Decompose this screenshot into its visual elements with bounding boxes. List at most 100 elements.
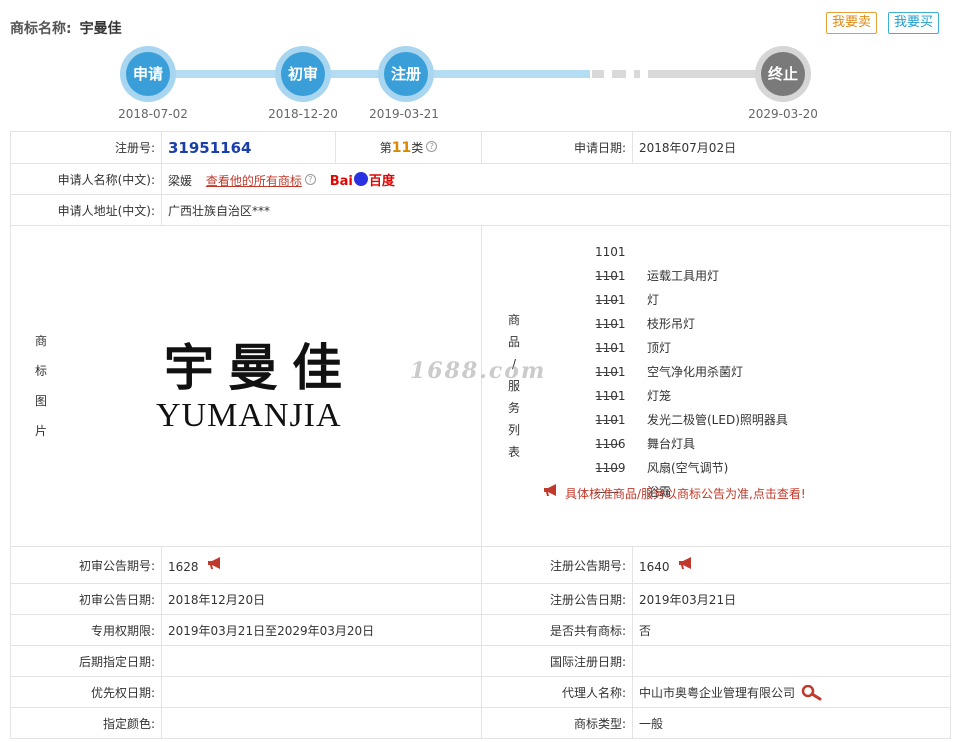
label-char: 列 [507, 423, 520, 437]
label-char: 商 [507, 313, 520, 327]
reg-pub-date: 2019年03月21日 [632, 583, 951, 615]
prelim-date-label: 初审公告日期: [10, 583, 162, 615]
timeline-node-apply: 申请 [120, 46, 176, 102]
status-timeline: 申请 2018-07-02 初审 2018-12-20 注册 2019-03-2… [0, 40, 960, 130]
timeline-node-label: 初审 [281, 52, 325, 96]
priority-date-label: 优先权日期: [10, 676, 162, 708]
address: 广西壮族自治区*** [161, 194, 951, 226]
trademark-logo-en: YUMANJIA [156, 397, 342, 434]
intl-date [632, 645, 951, 677]
timeline-progress-track [150, 70, 590, 78]
announcement-horn-icon[interactable] [207, 556, 225, 569]
list-item: 1101—— 空气净化用杀菌灯 [595, 336, 788, 379]
class-prefix: 第 [379, 141, 392, 155]
timeline-date: 2018-07-02 [118, 107, 188, 121]
timeline-node-terminate: 终止 [755, 46, 811, 102]
trademark-logo-cn: 宇曼佳 [164, 338, 356, 397]
list-item: 1101—— 枝形吊灯 [595, 288, 788, 331]
list-item: 1101—— 运载工具用灯 [595, 240, 788, 283]
watermark: 1688.com [410, 358, 547, 384]
later-date [161, 645, 482, 677]
timeline-dash [634, 70, 640, 78]
table-row: 申请人名称(中文): 梁媛 查看他的所有商标? Bai 百度 [10, 163, 951, 195]
table-row: 优先权日期: 代理人名称: 中山市奥粤企业管理有限公司 [10, 676, 951, 708]
prelim-no: 1628 [168, 559, 199, 574]
shared-label: 是否共有商标: [481, 614, 633, 646]
buy-button[interactable]: 我要买 [888, 12, 940, 34]
timeline-node-label: 终止 [761, 52, 805, 96]
reg-pub-no-label: 注册公告期号: [481, 546, 633, 584]
table-row: 指定颜色: 商标类型: 一般 [10, 707, 951, 739]
address-label: 申请人地址(中文): [10, 194, 162, 226]
label-char: 务 [507, 401, 520, 415]
apply-date: 2018年07月02日 [632, 131, 951, 164]
exclusive-label: 专用权期限: [10, 614, 162, 646]
exclusive-period: 2019年03月21日至2029年03月20日 [161, 614, 482, 646]
reg-pub-date-label: 注册公告日期: [481, 583, 633, 615]
timeline-date: 2029-03-20 [748, 107, 818, 121]
goods-services-label: 商 品 / 服 务 列 表 [494, 309, 534, 463]
timeline-node-label: 申请 [126, 52, 170, 96]
goods-notice-text: 具体核准商品/服务以商标公告为准,点击查看! [565, 487, 806, 501]
announcement-horn-icon[interactable] [678, 556, 696, 569]
label-char: 品 [507, 335, 520, 349]
prelim-date: 2018年12月20日 [161, 583, 482, 615]
prelim-no-label: 初审公告期号: [10, 546, 162, 584]
timeline-date: 2019-03-21 [369, 107, 439, 121]
baidu-logo-text: Bai [329, 173, 353, 189]
timeline-dash [612, 70, 626, 78]
agent-cell: 中山市奥粤企业管理有限公司 [632, 676, 951, 708]
baidu-logo-cn: 百度 [368, 173, 395, 189]
color-value [161, 707, 482, 739]
applicant-label: 申请人名称(中文): [10, 163, 162, 195]
prelim-no-cell: 1628 [161, 546, 482, 584]
type-value: 一般 [632, 707, 951, 739]
list-item: 1106—— 风扇(空气调节) [595, 432, 788, 475]
applicant-name: 梁媛 [168, 173, 193, 188]
reg-pub-no-cell: 1640 [632, 546, 951, 584]
reg-no: 31951164 [168, 138, 252, 157]
title-label: 商标名称: [10, 21, 72, 37]
intl-date-label: 国际注册日期: [481, 645, 633, 677]
color-label: 指定颜色: [10, 707, 162, 739]
help-icon[interactable]: ? [304, 173, 316, 185]
class-cell: 第11类? [335, 131, 482, 164]
baidu-search-logo[interactable]: Bai 百度 [330, 170, 395, 189]
table-row: 后期指定日期: 国际注册日期: [10, 645, 951, 677]
priority-date [161, 676, 482, 708]
trademark-title: 商标名称: 宇曼佳 [10, 18, 122, 38]
announcement-horn-icon [544, 484, 556, 496]
agent-label: 代理人名称: [481, 676, 633, 708]
class-number: 11 [391, 140, 412, 156]
view-all-trademarks-link[interactable]: 查看他的所有商标 [206, 174, 302, 188]
label-char: 商 [34, 334, 47, 348]
label-char: 表 [507, 445, 520, 459]
sell-button[interactable]: 我要卖 [826, 12, 878, 34]
timeline-node-register: 注册 [378, 46, 434, 102]
help-icon[interactable]: ? [426, 141, 438, 152]
table-row: 商 标 图 片 商 品 / 服 务 列 表 [10, 225, 951, 547]
table-row: 申请人地址(中文): 广西壮族自治区*** [10, 194, 951, 226]
baidu-paw-icon [353, 171, 368, 186]
reg-no-cell: 31951164 [161, 131, 336, 164]
timeline-node-prelim: 初审 [275, 46, 331, 102]
trademark-image-label: 商 标 图 片 [21, 326, 61, 446]
reg-pub-no: 1640 [639, 559, 670, 574]
goods-notice-link[interactable]: 具体核准商品/服务以商标公告为准,点击查看! [543, 484, 806, 502]
table-row: 专用权期限: 2019年03月21日至2029年03月20日 是否共有商标: 否 [10, 614, 951, 646]
reg-no-label: 注册号: [10, 131, 162, 164]
search-icon[interactable] [801, 684, 825, 701]
list-item: 1101—— 发光二极管(LED)照明器具 [595, 384, 788, 427]
later-date-label: 后期指定日期: [10, 645, 162, 677]
table-row: 初审公告期号: 1628 注册公告期号: 1640 [10, 546, 951, 584]
trademark-details-table: 注册号: 31951164 第11类? 申请日期: 2018年07月02日 申请… [10, 131, 951, 739]
goods-list: 1101—— 运载工具用灯 1101—— 灯 1101—— 枝形吊灯 1101—— 顶灯… [595, 240, 788, 499]
table-row: 初审公告日期: 2018年12月20日 注册公告日期: 2019年03月21日 [10, 583, 951, 615]
type-label: 商标类型: [481, 707, 633, 739]
label-char: 片 [34, 424, 47, 438]
agent-name: 中山市奥粤企业管理有限公司 [639, 685, 796, 700]
table-row: 注册号: 31951164 第11类? 申请日期: 2018年07月02日 [10, 131, 951, 164]
timeline-dash [592, 70, 604, 78]
trademark-name: 宇曼佳 [79, 21, 122, 37]
class-suffix: 类 [411, 141, 424, 155]
